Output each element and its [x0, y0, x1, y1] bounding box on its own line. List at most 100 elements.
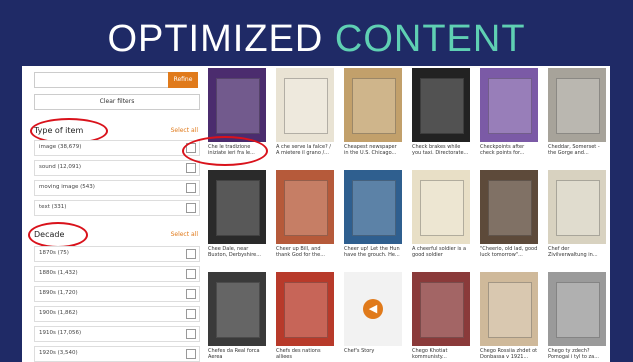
option-label: 1920s (3,540) — [39, 350, 78, 356]
facet-decade-option[interactable]: 1900s (1,862) — [34, 306, 200, 322]
poster-art — [488, 180, 532, 236]
result-caption[interactable]: Check brakes while you taxi. Directorate… — [412, 144, 470, 158]
checkbox[interactable] — [186, 163, 196, 173]
slide-title: OPTIMIZED CONTENT — [0, 18, 633, 61]
facet-type-option[interactable]: sound (12,091) — [34, 160, 200, 176]
poster-art — [556, 78, 600, 134]
checkbox[interactable] — [186, 329, 196, 339]
result-item[interactable]: A che serve la falce? / A mietere il gra… — [276, 68, 334, 158]
result-item[interactable]: Chef der Zivilverwaltung in... — [548, 170, 606, 260]
poster-art — [284, 180, 328, 236]
option-label: 1910s (17,056) — [39, 330, 82, 336]
facet-type-option[interactable]: moving image (543) — [34, 180, 200, 196]
filter-sidebar: Refine Clear filters Type of item Select… — [28, 66, 202, 362]
result-caption[interactable]: A cheerful soldier is a good soldier — [412, 246, 470, 260]
result-caption[interactable]: Cheapest newspaper in the U.S. Chicago..… — [344, 144, 402, 158]
result-caption[interactable]: Checkpoints after check points for... — [480, 144, 538, 158]
result-thumbnail[interactable] — [548, 272, 606, 346]
result-thumbnail[interactable] — [480, 272, 538, 346]
result-item[interactable]: Chego Rossiia zhdet ot Donbassa v 1921..… — [480, 272, 538, 362]
result-thumbnail[interactable] — [480, 170, 538, 244]
result-item[interactable]: Check brakes while you taxi. Directorate… — [412, 68, 470, 158]
audio-icon: ◀ — [363, 299, 383, 319]
result-thumbnail[interactable] — [208, 170, 266, 244]
checkbox[interactable] — [186, 289, 196, 299]
checkbox[interactable] — [186, 269, 196, 279]
result-caption[interactable]: "Cheerio, old lad, good luck tomorrow"..… — [480, 246, 538, 260]
facet-type-option[interactable]: image (38,679) — [34, 140, 200, 156]
result-thumbnail[interactable] — [276, 68, 334, 142]
result-thumbnail[interactable] — [344, 170, 402, 244]
result-item[interactable]: A cheerful soldier is a good soldier — [412, 170, 470, 260]
result-item[interactable]: Cheer up! Let the Hun have the grouch. H… — [344, 170, 402, 260]
result-caption[interactable]: Cheer up Bill, and thank God for the... — [276, 246, 334, 260]
poster-art — [352, 180, 396, 236]
highlight-circle — [28, 222, 88, 248]
result-caption[interactable]: Chefs des nations alliees — [276, 348, 334, 362]
poster-art — [420, 180, 464, 236]
result-item[interactable]: Chefs des nations alliees — [276, 272, 334, 362]
option-label: 1880s (1,432) — [39, 270, 78, 276]
result-caption[interactable]: Chefes da Real forca Aerea — [208, 348, 266, 362]
result-thumbnail[interactable] — [548, 68, 606, 142]
clear-filters-button[interactable]: Clear filters — [34, 94, 200, 110]
result-caption[interactable]: Chego Khotiat kommunisty... — [412, 348, 470, 362]
poster-art — [284, 78, 328, 134]
result-thumbnail[interactable] — [412, 272, 470, 346]
result-thumbnail[interactable] — [208, 272, 266, 346]
poster-art — [216, 180, 260, 236]
result-thumbnail[interactable] — [276, 170, 334, 244]
result-item[interactable]: Chego ty zdech? Pomogai i tyl to za... — [548, 272, 606, 362]
result-item[interactable]: Cheer up Bill, and thank God for the... — [276, 170, 334, 260]
checkbox[interactable] — [186, 349, 196, 359]
result-thumbnail[interactable] — [276, 272, 334, 346]
facet-decade-option[interactable]: 1870s (75) — [34, 246, 200, 262]
facet-decade-option[interactable]: 1920s (3,540) — [34, 346, 200, 362]
result-thumbnail[interactable] — [412, 170, 470, 244]
result-item[interactable]: Chego Khotiat kommunisty... — [412, 272, 470, 362]
checkbox[interactable] — [186, 309, 196, 319]
result-caption[interactable]: Chef's Story — [344, 348, 402, 362]
facet-decade-select-all[interactable]: Select all — [171, 231, 198, 238]
facet-decade-option[interactable]: 1880s (1,432) — [34, 266, 200, 282]
result-caption[interactable]: Chego Rossiia zhdet ot Donbassa v 1921..… — [480, 348, 538, 362]
results-grid: Che le tradizione iniziate ieri fra le..… — [204, 66, 610, 362]
checkbox[interactable] — [186, 249, 196, 259]
result-item[interactable]: "Cheerio, old lad, good luck tomorrow"..… — [480, 170, 538, 260]
result-item[interactable]: Chefes da Real forca Aerea — [208, 272, 266, 362]
facet-decade-option[interactable]: 1910s (17,056) — [34, 326, 200, 342]
result-caption[interactable]: Chee Dale, near Buxton, Derbyshire... — [208, 246, 266, 260]
result-caption[interactable]: Chego ty zdech? Pomogai i tyl to za... — [548, 348, 606, 362]
facet-type-option[interactable]: text (331) — [34, 200, 200, 216]
result-thumbnail[interactable] — [548, 170, 606, 244]
result-item[interactable]: Chee Dale, near Buxton, Derbyshire... — [208, 170, 266, 260]
result-caption[interactable]: A che serve la falce? / A mietere il gra… — [276, 144, 334, 158]
result-item[interactable]: Checkpoints after check points for... — [480, 68, 538, 158]
option-label: 1890s (1,720) — [39, 290, 78, 296]
poster-art — [488, 282, 532, 338]
result-thumbnail[interactable] — [480, 68, 538, 142]
option-label: text (331) — [39, 204, 67, 210]
result-caption[interactable]: Chef der Zivilverwaltung in... — [548, 246, 606, 260]
checkbox[interactable] — [186, 203, 196, 213]
result-thumbnail[interactable] — [412, 68, 470, 142]
result-caption[interactable]: Cheer up! Let the Hun have the grouch. H… — [344, 246, 402, 260]
option-label: sound (12,091) — [39, 164, 81, 170]
search-input[interactable] — [34, 72, 168, 88]
poster-art — [556, 282, 600, 338]
result-item[interactable]: ◀ Chef's Story — [344, 272, 402, 362]
result-item[interactable]: Cheapest newspaper in the U.S. Chicago..… — [344, 68, 402, 158]
highlight-circle — [182, 136, 268, 166]
checkbox[interactable] — [186, 183, 196, 193]
result-thumbnail[interactable]: ◀ — [344, 272, 402, 346]
result-item[interactable]: Cheddar, Somerset - the Gorge and... — [548, 68, 606, 158]
facet-decade-option[interactable]: 1890s (1,720) — [34, 286, 200, 302]
screenshot-panel: Refine Clear filters Type of item Select… — [22, 66, 610, 362]
facet-type-select-all[interactable]: Select all — [171, 127, 198, 134]
search-row: Refine — [34, 72, 198, 88]
result-thumbnail[interactable] — [344, 68, 402, 142]
result-caption[interactable]: Cheddar, Somerset - the Gorge and... — [548, 144, 606, 158]
refine-button[interactable]: Refine — [168, 72, 198, 88]
result-thumbnail[interactable] — [208, 68, 266, 142]
option-label: 1870s (75) — [39, 250, 69, 256]
